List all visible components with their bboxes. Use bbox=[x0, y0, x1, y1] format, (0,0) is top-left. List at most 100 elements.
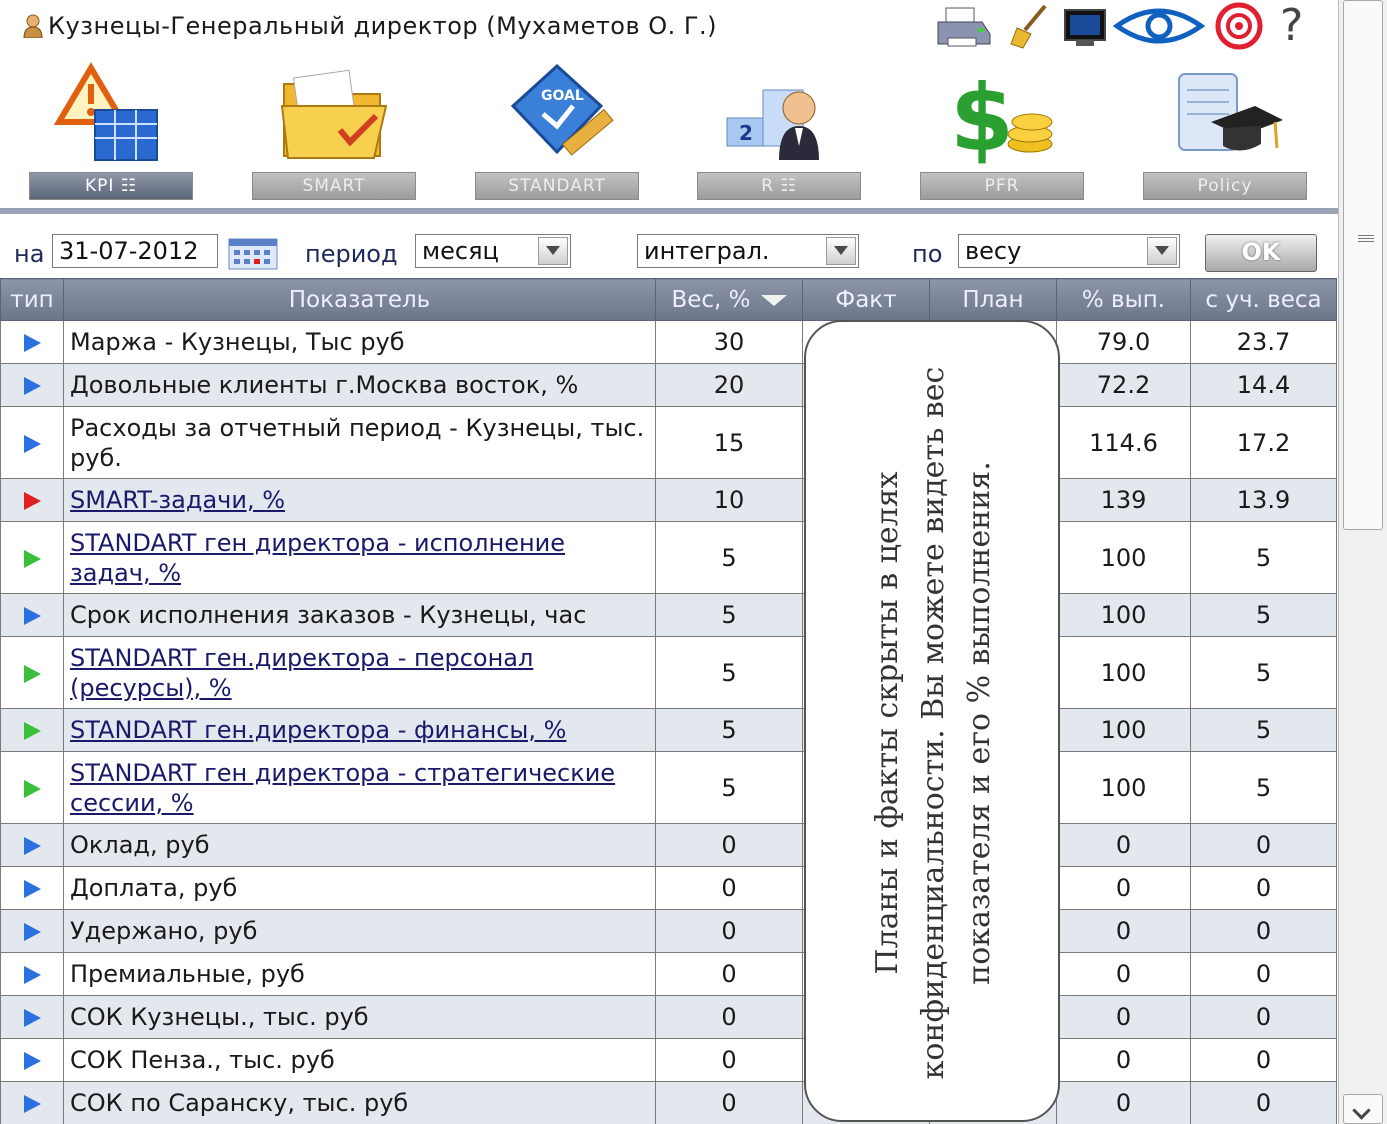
table-row[interactable]: Доплата, руб 0 0 0 bbox=[0, 866, 1337, 910]
expand-arrow-icon[interactable] bbox=[23, 880, 41, 898]
eye-icon[interactable] bbox=[1113, 2, 1205, 50]
help-icon[interactable]: ? bbox=[1280, 2, 1320, 50]
indicator-cell: STANDART ген директора - стратегические … bbox=[63, 751, 656, 824]
table-row[interactable]: Довольные клиенты г.Москва восток, % 20 72… bbox=[0, 363, 1337, 407]
type-cell[interactable] bbox=[0, 708, 64, 752]
col-header-fact[interactable]: Факт bbox=[802, 278, 930, 321]
module-policy[interactable]: Policy bbox=[1143, 52, 1307, 212]
sort-by-select[interactable]: весу bbox=[958, 234, 1180, 268]
chevron-down-icon[interactable] bbox=[826, 237, 856, 265]
table-row[interactable]: STANDART ген.директора - финансы, % 5 100 5 bbox=[0, 708, 1337, 752]
podium-person-icon: 2 bbox=[726, 89, 819, 160]
table-row[interactable]: СОК Пенза., тыс. руб 0 0 0 bbox=[0, 1038, 1337, 1082]
indicator-link[interactable]: STANDART ген директора - стратегические … bbox=[70, 759, 615, 817]
expand-arrow-icon[interactable] bbox=[23, 966, 41, 984]
indicator-name: Расходы за отчетный период - Кузнецы, ты… bbox=[70, 413, 645, 472]
date-input[interactable]: 31-07-2012 bbox=[52, 234, 218, 268]
expand-arrow-icon[interactable] bbox=[23, 549, 41, 568]
period-select[interactable]: месяц bbox=[415, 234, 571, 268]
module-r[interactable]: 2 R ☷ bbox=[697, 52, 861, 212]
type-cell[interactable] bbox=[0, 866, 64, 910]
confidentiality-note-text: Планы и факты скрыты в целях конфиденциа… bbox=[870, 366, 997, 1080]
monitor-icon[interactable] bbox=[1062, 2, 1108, 50]
module-standart[interactable]: GOAL STANDART bbox=[475, 52, 639, 212]
type-cell[interactable] bbox=[0, 363, 64, 407]
table-row[interactable]: Расходы за отчетный период - Кузнецы, ты… bbox=[0, 406, 1337, 479]
col-header-weighted[interactable]: с уч. веса bbox=[1190, 278, 1337, 321]
table-row[interactable]: Премиальные, руб 0 0 0 bbox=[0, 952, 1337, 996]
expand-arrow-icon[interactable] bbox=[23, 664, 41, 683]
indicator-cell: СОК по Саранску, тыс. руб bbox=[63, 1081, 656, 1124]
table-row[interactable]: СОК по Саранску, тыс. руб 0 0 0 bbox=[0, 1081, 1337, 1124]
chevron-down-icon[interactable] bbox=[1147, 237, 1177, 265]
table-row[interactable]: Удержано, руб 0 0 0 bbox=[0, 909, 1337, 953]
expand-arrow-icon[interactable] bbox=[23, 607, 41, 625]
type-cell[interactable] bbox=[0, 909, 64, 953]
expand-arrow-icon[interactable] bbox=[23, 923, 41, 941]
table-row[interactable]: STANDART ген.директора - персонал (ресур… bbox=[0, 636, 1337, 709]
weight-cell: 5 bbox=[655, 593, 803, 637]
type-cell[interactable] bbox=[0, 593, 64, 637]
type-cell[interactable] bbox=[0, 823, 64, 867]
expand-arrow-icon[interactable] bbox=[23, 1052, 41, 1070]
date-label: на bbox=[14, 240, 45, 268]
col-header-plan[interactable]: План bbox=[929, 278, 1057, 321]
indicator-link[interactable]: STANDART ген директора - исполнение зада… bbox=[70, 529, 565, 587]
expand-arrow-icon[interactable] bbox=[23, 334, 41, 352]
table-row[interactable]: SMART-задачи, % 10 139 13.9 bbox=[0, 478, 1337, 522]
ok-button[interactable]: OK bbox=[1205, 234, 1317, 272]
table-row[interactable]: STANDART ген директора - стратегические … bbox=[0, 751, 1337, 824]
expand-arrow-icon[interactable] bbox=[23, 1009, 41, 1027]
col-header-type[interactable]: тип bbox=[0, 278, 64, 321]
expand-arrow-icon[interactable] bbox=[23, 434, 41, 453]
type-cell[interactable] bbox=[0, 751, 64, 824]
expand-arrow-icon[interactable] bbox=[23, 492, 41, 510]
scrollbar-thumb[interactable] bbox=[1343, 0, 1383, 530]
table-row[interactable]: Срок исполнения заказов - Кузнецы, час 5 1… bbox=[0, 593, 1337, 637]
vertical-scrollbar[interactable] bbox=[1338, 0, 1387, 1124]
expand-arrow-icon[interactable] bbox=[23, 722, 41, 740]
type-cell[interactable] bbox=[0, 1081, 64, 1124]
page-title: Кузнецы-Генеральный директор (Мухаметов … bbox=[48, 12, 718, 40]
weighted-cell: 5 bbox=[1190, 751, 1337, 824]
type-cell[interactable] bbox=[0, 1038, 64, 1082]
weighted-cell: 13.9 bbox=[1190, 478, 1337, 522]
folder-icon bbox=[280, 69, 388, 159]
col-header-indicator[interactable]: Показатель bbox=[63, 278, 656, 321]
indicator-link[interactable]: STANDART ген.директора - финансы, % bbox=[70, 716, 566, 744]
type-cell[interactable] bbox=[0, 521, 64, 594]
expand-arrow-icon[interactable] bbox=[23, 377, 41, 395]
pct-cell: 0 bbox=[1056, 1038, 1191, 1082]
table-row[interactable]: STANDART ген директора - исполнение зада… bbox=[0, 521, 1337, 594]
expand-arrow-icon[interactable] bbox=[23, 1095, 41, 1113]
table-row[interactable]: Оклад, руб 0 0 0 bbox=[0, 823, 1337, 867]
module-pfr[interactable]: $ PFR bbox=[920, 52, 1084, 212]
mode-select[interactable]: интеграл. bbox=[637, 234, 859, 268]
type-cell[interactable] bbox=[0, 636, 64, 709]
module-smart[interactable]: SMART bbox=[252, 52, 416, 212]
indicator-cell: Довольные клиенты г.Москва восток, % bbox=[63, 363, 656, 407]
type-cell[interactable] bbox=[0, 406, 64, 479]
col-header-weight[interactable]: Вес, % bbox=[655, 278, 803, 321]
type-cell[interactable] bbox=[0, 320, 64, 364]
module-kpi[interactable]: KPI ☷ bbox=[29, 52, 193, 213]
table-row[interactable]: Маржа - Кузнецы, Тыс руб 30 79.0 23.7 bbox=[0, 320, 1337, 364]
col-header-pct[interactable]: % вып. bbox=[1056, 278, 1191, 321]
scroll-down-button[interactable] bbox=[1343, 1094, 1383, 1124]
printer-icon[interactable] bbox=[934, 2, 992, 50]
indicator-link[interactable]: STANDART ген.директора - персонал (ресур… bbox=[70, 644, 533, 702]
date-value: 31-07-2012 bbox=[59, 237, 199, 265]
indicator-link[interactable]: SMART-задачи, % bbox=[70, 486, 285, 514]
table-row[interactable]: СОК Кузнецы., тыс. руб 0 0 0 bbox=[0, 995, 1337, 1039]
type-cell[interactable] bbox=[0, 952, 64, 996]
expand-arrow-icon[interactable] bbox=[23, 837, 41, 855]
type-cell[interactable] bbox=[0, 478, 64, 522]
chevron-down-icon[interactable] bbox=[538, 237, 568, 265]
broom-icon[interactable] bbox=[1005, 2, 1053, 50]
sort-desc-icon[interactable] bbox=[760, 294, 787, 306]
expand-arrow-icon[interactable] bbox=[23, 779, 41, 798]
type-cell[interactable] bbox=[0, 995, 64, 1039]
indicator-cell: STANDART ген.директора - финансы, % bbox=[63, 708, 656, 752]
target-icon[interactable] bbox=[1210, 2, 1268, 50]
calendar-icon[interactable] bbox=[228, 238, 278, 270]
